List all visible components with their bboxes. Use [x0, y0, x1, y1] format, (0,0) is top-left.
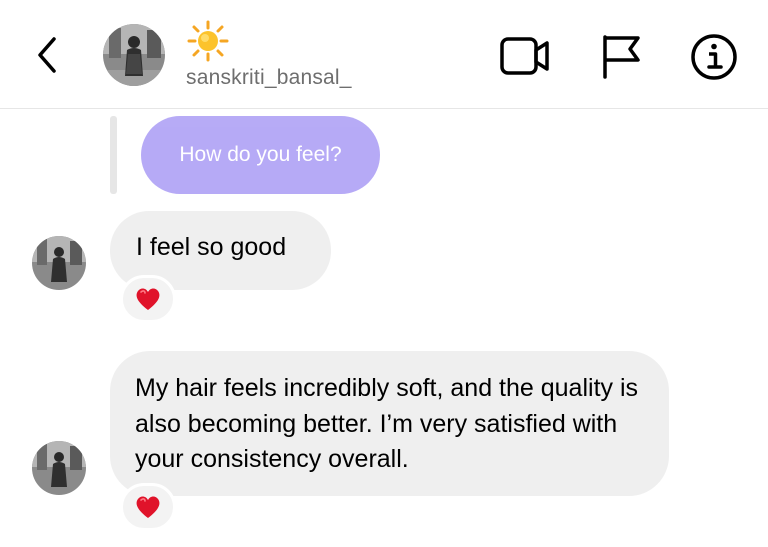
heart-icon: [136, 288, 160, 310]
message-text: I feel so good: [136, 233, 287, 261]
chat-header: sanskriti_bansal_: [0, 0, 768, 109]
reply-indicator-bar: [110, 116, 117, 194]
message-text: My hair feels incredibly soft, and the q…: [135, 374, 639, 473]
heart-reaction[interactable]: [120, 483, 176, 531]
video-call-icon[interactable]: [499, 34, 551, 78]
sun-icon: [187, 20, 229, 62]
flag-icon[interactable]: [600, 33, 642, 79]
quoted-message[interactable]: How do you feel?: [141, 116, 380, 194]
sender-avatar[interactable]: [32, 441, 86, 495]
heart-reaction[interactable]: [120, 275, 176, 323]
message-bubble[interactable]: My hair feels incredibly soft, and the q…: [110, 351, 669, 496]
quoted-message-text: How do you feel?: [179, 143, 342, 166]
username[interactable]: sanskriti_bansal_: [186, 66, 352, 90]
avatar[interactable]: [103, 24, 165, 86]
heart-icon: [136, 496, 160, 518]
sender-avatar[interactable]: [32, 236, 86, 290]
back-chevron-icon[interactable]: [30, 33, 64, 77]
info-icon[interactable]: [690, 33, 738, 81]
